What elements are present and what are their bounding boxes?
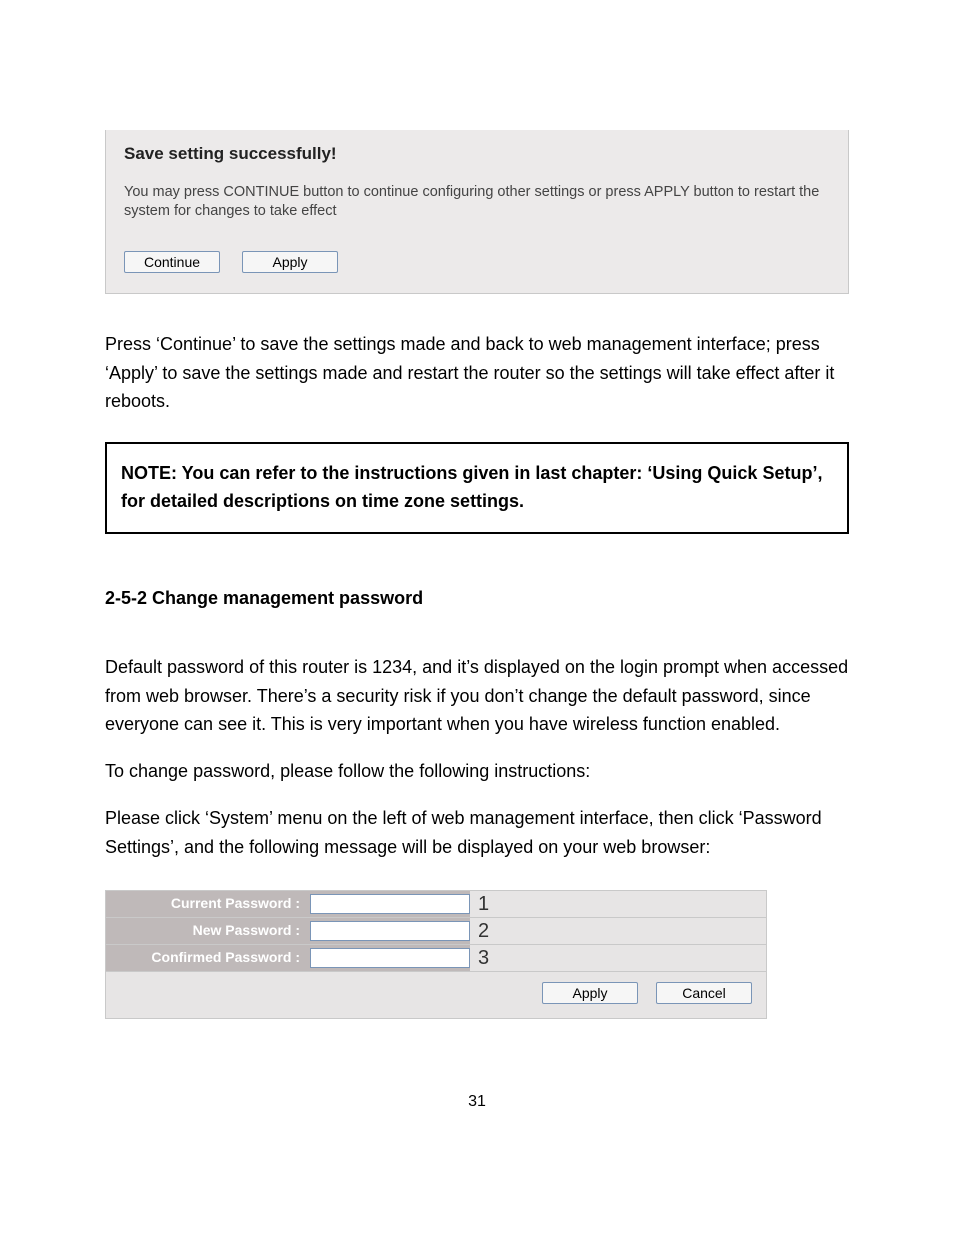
password-panel-button-row: Apply Cancel	[106, 972, 766, 1018]
save-setting-title: Save setting successfully!	[124, 140, 830, 167]
new-password-input[interactable]	[310, 921, 470, 941]
body-paragraph-2: Default password of this router is 1234,…	[105, 653, 849, 739]
continue-button[interactable]: Continue	[124, 251, 220, 273]
body-paragraph-4: Please click ‘System’ menu on the left o…	[105, 804, 849, 862]
save-setting-body: You may press CONTINUE button to continu…	[124, 183, 830, 221]
save-setting-panel: Save setting successfully! You may press…	[105, 130, 849, 294]
new-password-label: New Password :	[106, 918, 306, 944]
confirmed-password-label: Confirmed Password :	[106, 945, 306, 971]
body-paragraph-3: To change password, please follow the fo…	[105, 757, 849, 786]
confirmed-password-input[interactable]	[310, 948, 470, 968]
note-box: NOTE: You can refer to the instructions …	[105, 442, 849, 534]
table-row: Confirmed Password : 3	[106, 945, 766, 972]
password-settings-panel: Current Password : 1 New Password : 2 Co…	[105, 890, 767, 1019]
table-row: Current Password : 1	[106, 891, 766, 918]
current-password-label: Current Password :	[106, 891, 306, 917]
callout-number-3: 3	[478, 942, 489, 974]
body-paragraph-1: Press ‘Continue’ to save the settings ma…	[105, 330, 849, 416]
apply-button[interactable]: Apply	[242, 251, 338, 273]
current-password-input[interactable]	[310, 894, 470, 914]
page-number: 31	[105, 1089, 849, 1115]
section-heading: 2-5-2 Change management password	[105, 584, 849, 613]
save-setting-button-row: Continue Apply	[124, 251, 830, 273]
table-row: New Password : 2	[106, 918, 766, 945]
password-apply-button[interactable]: Apply	[542, 982, 638, 1004]
password-cancel-button[interactable]: Cancel	[656, 982, 752, 1004]
